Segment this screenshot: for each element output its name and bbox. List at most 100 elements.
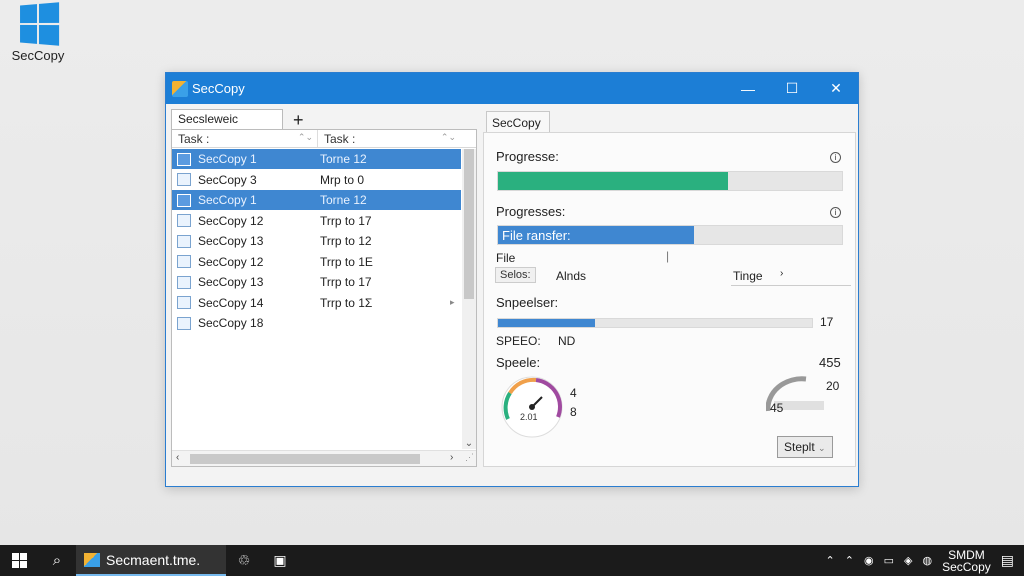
speed-bar-fill <box>498 319 596 327</box>
scroll-left-icon[interactable]: ‹ <box>176 452 179 463</box>
speele-number: 455 <box>819 355 841 370</box>
tab-seccopy[interactable]: SecCopy <box>486 111 550 133</box>
sort-arrows-icon: ⌃⌄ <box>297 132 313 142</box>
file-label: File <box>496 251 516 265</box>
file-icon <box>177 275 191 289</box>
file-icon <box>177 255 191 268</box>
vertical-scrollbar[interactable]: ⌄ <box>462 149 476 449</box>
column-header-task[interactable]: Task : ⌃⌄ <box>172 130 318 147</box>
step-button[interactable]: Steplt ⌄ <box>777 436 833 458</box>
scrollbar-thumb[interactable] <box>464 149 474 299</box>
list-item-destination: Torne 12 <box>320 152 367 166</box>
expand-arrow-icon[interactable]: ▸ <box>450 297 455 308</box>
list-header: Task : ⌃⌄ Task : ⌃⌄ <box>172 130 476 148</box>
list-item-destination: Torne 12 <box>320 193 367 207</box>
task-rows: SecCopy 1 Torne 12 SecCopy 3 Mrp to 0 SecCop… <box>172 149 461 334</box>
horizontal-scrollbar-thumb[interactable] <box>190 454 420 464</box>
volume-icon[interactable]: ◍ <box>922 554 932 567</box>
file-icon <box>177 214 191 227</box>
tinge-label[interactable]: Tinge <box>733 269 763 283</box>
scroll-down-icon[interactable]: ⌄ <box>462 438 476 449</box>
list-item-destination: Trrp to 17 <box>320 213 372 228</box>
meter-number-top: 20 <box>826 379 840 393</box>
list-item-name: SecCopy 13 <box>198 275 264 289</box>
progress-bar-1-fill <box>498 172 729 190</box>
app-icon <box>84 552 100 567</box>
battery-icon[interactable]: ▭ <box>884 554 894 567</box>
close-button[interactable]: ✕ <box>814 80 858 97</box>
file-icon <box>177 316 191 330</box>
taskbar-app-seccopy[interactable]: Secmaent.tme. <box>76 545 226 576</box>
list-item[interactable]: SecCopy 14 Trrp to 1Ʃ ▸ <box>172 293 461 313</box>
scroll-right-icon[interactable]: › <box>450 452 453 463</box>
speed-bar-number: 17 <box>820 315 834 329</box>
speeo-label: SPEEO: <box>496 334 541 348</box>
list-item-destination: Trrp to 12 <box>320 234 372 248</box>
nd-label: ND <box>558 334 576 348</box>
speed-section-label: Snpeelser: <box>496 295 559 310</box>
info-icon[interactable]: i <box>830 207 841 218</box>
minimize-button[interactable]: — <box>726 81 770 97</box>
window-icon[interactable]: ▣ <box>262 552 298 569</box>
list-item[interactable]: SecCopy 18 <box>172 313 461 333</box>
recycle-icon[interactable]: ♲ <box>226 552 262 569</box>
list-item[interactable]: SecCopy 13 Trrp to 17 <box>172 272 461 292</box>
start-button[interactable] <box>0 545 38 576</box>
list-item-destination: Trrp to 17 <box>320 275 372 289</box>
gauge-value: 2.01 <box>520 412 538 422</box>
select-box[interactable]: Selos: <box>495 267 536 283</box>
title-bar[interactable]: SecCopy — ☐ ✕ <box>166 73 858 104</box>
list-item-destination: Mrp to 0 <box>320 172 365 187</box>
list-item-name: SecCopy 13 <box>198 234 264 248</box>
chevron-up-icon[interactable]: ⌃ <box>826 554 835 567</box>
column-header-task-2[interactable]: Task : ⌃⌄ <box>318 130 460 147</box>
desktop-icon-label: SecCopy <box>11 48 65 63</box>
windows-logo-icon <box>20 2 60 46</box>
list-item-destination: Trrp to 1Ʃ <box>320 295 373 310</box>
sort-arrows-icon: ⌃⌄ <box>440 132 456 142</box>
taskbar: ⌕ Secmaent.tme. ♲ ▣ ⌃ ⌃ ◉ ▭ ◈ ◍ SMDM Sec… <box>0 545 1024 576</box>
separator-mark: | <box>666 249 670 263</box>
progress-label-2: Progresses: <box>496 204 566 219</box>
list-item-name: SecCopy 12 <box>198 254 264 269</box>
progress-label-1: Progresse: <box>496 149 559 164</box>
tab-task-list[interactable]: Secsleweic <box>171 109 283 129</box>
list-item[interactable]: SecCopy 12 Trrp to 17 <box>172 211 461 231</box>
chevron-up-icon[interactable]: ⌃ <box>845 554 854 567</box>
clock[interactable]: SMDM SecCopy <box>942 549 991 573</box>
list-item[interactable]: SecCopy 3 Mrp to 0 <box>172 170 461 190</box>
divider <box>731 285 851 286</box>
speed-gauge: 2.01 <box>501 376 563 438</box>
add-tab-button[interactable]: + <box>293 111 304 129</box>
file-icon <box>177 173 191 186</box>
details-pane: Progresse: i Progresses: i File ransfer:… <box>483 132 856 467</box>
list-item-name: SecCopy 18 <box>198 316 264 330</box>
resize-grip-icon[interactable]: ⋰ <box>465 452 474 463</box>
list-item[interactable]: SecCopy 12 Trrp to 1E <box>172 252 461 272</box>
list-item[interactable]: SecCopy 1 Torne 12 <box>172 190 461 210</box>
task-list-pane: Secsleweic + Task : ⌃⌄ Task : ⌃⌄ SecCopy 1… <box>171 109 483 467</box>
file-transfer-text: File ransfer: <box>502 228 571 243</box>
list-item[interactable]: SecCopy 1 Torne 12 <box>172 149 461 169</box>
gauge-number-a: 4 <box>570 386 577 400</box>
list-item-name: SecCopy 14 <box>198 295 264 310</box>
desktop-icon-seccopy[interactable]: SecCopy <box>8 2 68 63</box>
progress-bar-1 <box>497 171 843 191</box>
network-icon[interactable]: ◈ <box>904 554 912 567</box>
file-icon <box>177 193 191 207</box>
chevron-right-icon[interactable]: › <box>780 268 783 279</box>
file-icon <box>177 152 191 166</box>
list-item-name: SecCopy 1 <box>198 152 257 166</box>
maximize-button[interactable]: ☐ <box>770 80 814 97</box>
search-icon[interactable]: ⌕ <box>38 552 76 569</box>
window-title: SecCopy <box>192 81 245 96</box>
list-item-destination: Trrp to 1E <box>320 254 373 269</box>
speed-bar <box>497 318 813 328</box>
horizontal-scrollbar[interactable]: ‹ › ⋰ <box>172 450 476 466</box>
list-item-name: SecCopy 12 <box>198 213 264 228</box>
eye-icon[interactable]: ◉ <box>864 554 874 567</box>
progress-bar-2: File ransfer: <box>497 225 843 245</box>
list-item[interactable]: SecCopy 13 Trrp to 12 <box>172 231 461 251</box>
notification-icon[interactable]: ▤ <box>1001 552 1014 569</box>
info-icon[interactable]: i <box>830 152 841 163</box>
